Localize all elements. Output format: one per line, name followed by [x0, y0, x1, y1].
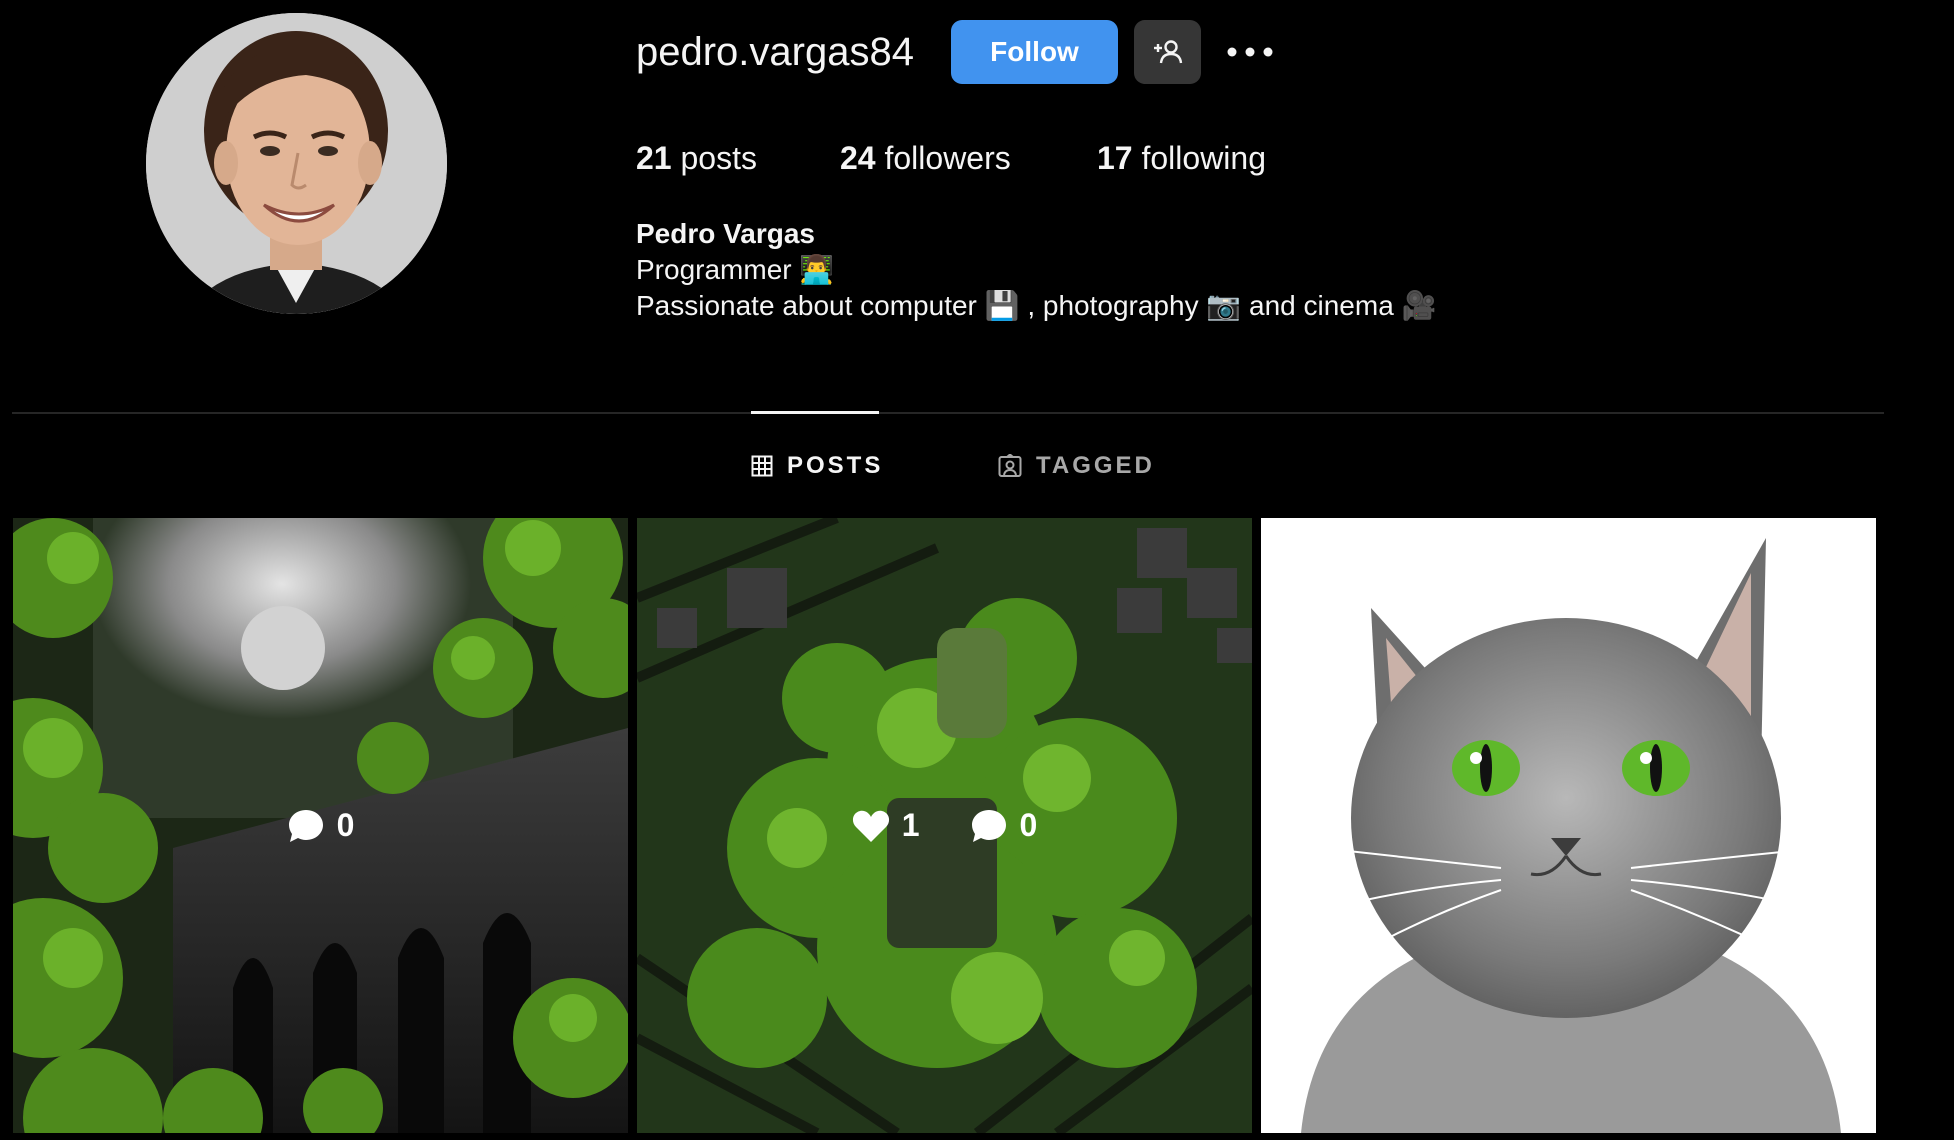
programmer-emoji: 👨‍💻 [799, 253, 835, 286]
bio-text-part-2: , photography [1027, 290, 1199, 321]
followers-count: 24 [840, 140, 876, 176]
post-2-comment-count: 0 [1019, 807, 1038, 843]
bio-text-part-3: and cinema [1249, 290, 1394, 321]
suggest-accounts-button[interactable] [1134, 20, 1201, 84]
post-2-stats-overlay: 1 0 [637, 518, 1252, 1133]
bio-occupation: Programmer [636, 254, 792, 285]
post-2-likes: 1 [852, 807, 920, 844]
floppy-disk-emoji: 💾 [984, 289, 1020, 322]
camera-emoji: 📷 [1206, 289, 1242, 322]
post-1-comment-count: 0 [336, 807, 355, 843]
grid-icon [751, 455, 773, 477]
heart-icon [852, 810, 889, 842]
profile-avatar[interactable] [146, 13, 447, 314]
more-options-button[interactable] [1222, 28, 1278, 76]
avatar-image [146, 13, 447, 314]
tab-posts-label: POSTS [787, 452, 884, 479]
posts-count-stat: 21 posts [636, 136, 757, 180]
bio-text-part-1: Passionate about computer [636, 290, 977, 321]
following-count: 17 [1097, 140, 1133, 176]
comment-icon [288, 809, 323, 842]
tab-tagged[interactable]: TAGGED [998, 446, 1155, 486]
post-thumbnail-3[interactable] [1261, 518, 1876, 1133]
tab-posts[interactable]: POSTS [751, 446, 883, 486]
grey-cat-drawing-image [1261, 518, 1876, 1133]
post-2-comments: 0 [970, 807, 1038, 844]
bio-line-2: Passionate about computer 💾 , photograph… [636, 288, 1436, 324]
movie-camera-emoji: 🎥 [1401, 289, 1437, 322]
post-2-like-count: 1 [901, 807, 920, 843]
post-thumbnail-2[interactable]: 1 0 [637, 518, 1252, 1133]
post-1-comments: 0 [287, 807, 355, 844]
tab-tagged-label: TAGGED [1036, 452, 1155, 479]
more-dots-icon [1227, 47, 1273, 57]
follow-button[interactable]: Follow [951, 20, 1118, 84]
post-1-stats-overlay: 0 [13, 518, 628, 1133]
add-person-icon [1153, 40, 1182, 64]
comment-icon [971, 809, 1006, 842]
profile-full-name: Pedro Vargas [636, 218, 815, 249]
profile-bio: Pedro Vargas Programmer 👨‍💻 Passionate a… [636, 216, 1436, 324]
posts-count: 21 [636, 140, 672, 176]
profile-username: pedro.vargas84 [636, 30, 914, 74]
active-tab-indicator [751, 411, 879, 414]
following-stat[interactable]: 17 following [1097, 136, 1266, 180]
posts-label: posts [680, 140, 757, 176]
bio-line-1: Programmer 👨‍💻 [636, 252, 1436, 288]
following-label: following [1141, 140, 1266, 176]
followers-stat[interactable]: 24 followers [840, 136, 1011, 180]
post-thumbnail-1[interactable]: 0 [13, 518, 628, 1133]
followers-label: followers [884, 140, 1011, 176]
tagged-person-icon [998, 454, 1022, 477]
tabs-divider [12, 412, 1884, 414]
